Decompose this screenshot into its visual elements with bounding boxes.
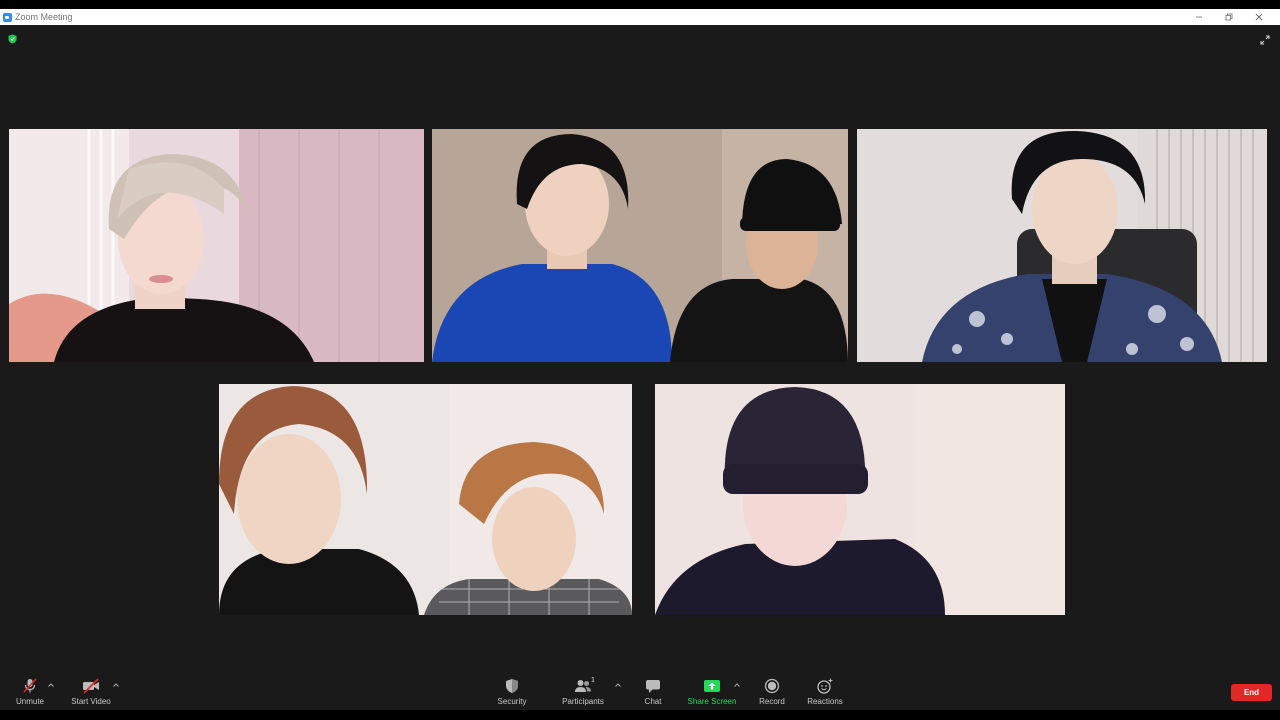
zoom-app-icon	[3, 12, 12, 22]
window-controls	[1184, 9, 1274, 25]
participant-video-feed	[219, 384, 632, 615]
reactions-button[interactable]: Reactions	[805, 678, 845, 708]
participant-video-feed	[432, 129, 848, 362]
bottom-letterbox	[0, 710, 1280, 720]
chat-button[interactable]: Chat	[638, 678, 668, 708]
participants-count: 1	[591, 677, 595, 684]
participant-video-feed	[857, 129, 1267, 362]
participant-video-tile[interactable]	[9, 129, 424, 362]
chat-label: Chat	[644, 697, 662, 706]
record-button[interactable]: Record	[755, 678, 789, 708]
record-icon	[764, 678, 780, 694]
start-video-label: Start Video	[71, 697, 111, 706]
enter-fullscreen-icon[interactable]	[1260, 35, 1270, 45]
chat-bubble-icon	[646, 680, 660, 693]
participant-video-tile[interactable]	[432, 129, 848, 362]
window-titlebar: Zoom Meeting	[0, 9, 1280, 25]
reactions-label: Reactions	[807, 697, 843, 706]
start-video-button[interactable]: Start Video	[67, 678, 115, 708]
share-screen-button[interactable]: Share Screen	[687, 678, 737, 708]
minimize-button[interactable]	[1184, 9, 1214, 25]
minimize-icon	[1196, 16, 1202, 18]
unmute-label: Unmute	[15, 697, 44, 706]
restore-icon	[1225, 13, 1233, 21]
participants-options-chevron-up-icon[interactable]	[614, 682, 622, 688]
close-icon	[1255, 13, 1263, 21]
window-title: Zoom Meeting	[15, 12, 73, 22]
share-screen-arrow-icon	[704, 680, 720, 692]
security-label: Security	[497, 697, 527, 706]
participant-video-tile[interactable]	[655, 384, 1065, 615]
muted-microphone-icon	[23, 678, 37, 693]
close-button[interactable]	[1244, 9, 1274, 25]
participants-icon	[575, 680, 591, 692]
participant-video-feed	[655, 384, 1065, 615]
emoji-plus-icon	[817, 678, 833, 694]
participant-video-feed	[9, 129, 424, 362]
video-off-icon	[83, 678, 99, 694]
participants-button[interactable]: 1 Participants	[560, 677, 606, 708]
encryption-shield-icon[interactable]	[8, 34, 17, 44]
audio-options-chevron-up-icon[interactable]	[47, 682, 55, 688]
participant-video-tile[interactable]	[857, 129, 1267, 362]
meeting-toolbar: Unmute Start Video Security 1 Participan…	[0, 675, 1280, 710]
participants-label: Participants	[562, 697, 604, 706]
meeting-gallery	[0, 25, 1280, 675]
video-options-chevron-up-icon[interactable]	[112, 682, 120, 688]
security-button[interactable]: Security	[494, 678, 530, 708]
participant-video-tile[interactable]	[219, 384, 632, 615]
unmute-button[interactable]: Unmute	[13, 678, 47, 708]
record-label: Record	[759, 697, 785, 706]
share-options-chevron-up-icon[interactable]	[733, 682, 741, 688]
restore-button[interactable]	[1214, 9, 1244, 25]
share-screen-label: Share Screen	[687, 697, 737, 706]
security-shield-icon	[506, 679, 518, 693]
end-meeting-button[interactable]: End	[1231, 684, 1272, 701]
